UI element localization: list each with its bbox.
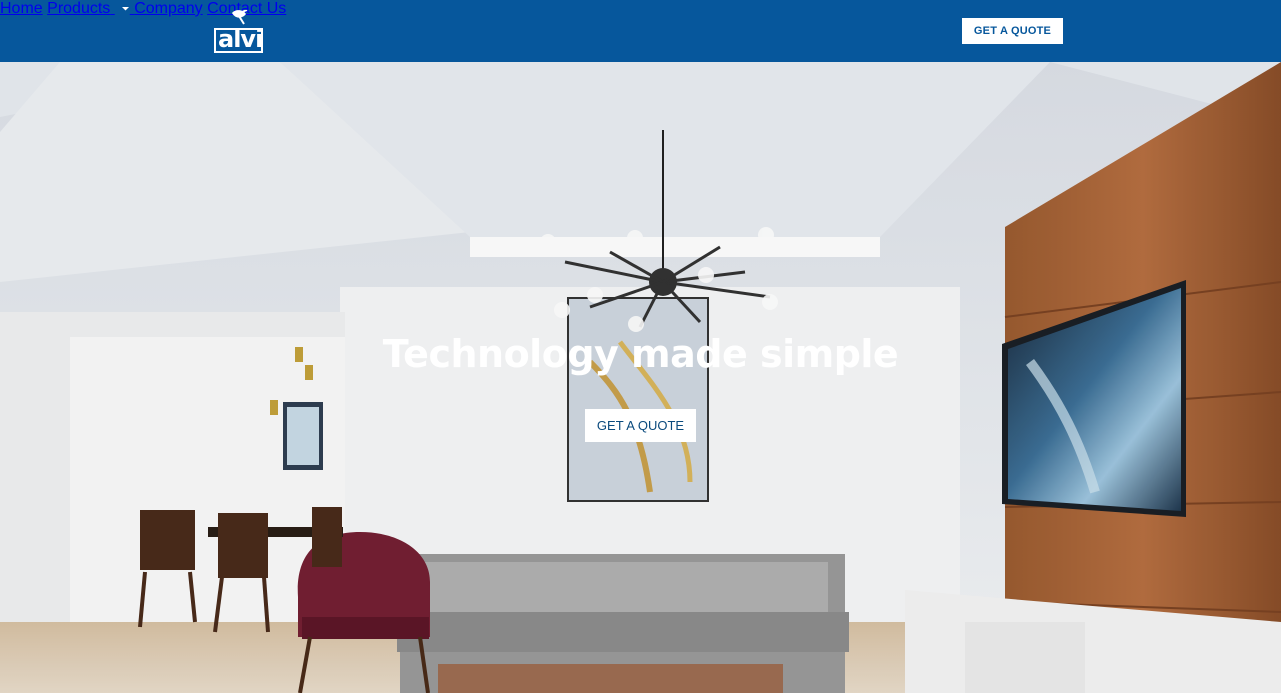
nav-products-link[interactable]: Products [47, 0, 134, 17]
site-header: alvi Home Products Company Contact Us GE… [0, 0, 1281, 62]
header-quote-button[interactable]: GET A QUOTE [962, 18, 1063, 44]
logo-text: alvi [218, 25, 263, 53]
brand-logo[interactable]: alvi [214, 9, 264, 55]
chevron-down-icon [121, 6, 129, 11]
hero-quote-button[interactable]: GET A QUOTE [585, 409, 696, 442]
hero-overlay [0, 62, 1281, 693]
nav-company-link[interactable]: Company [134, 0, 202, 17]
hero-section [0, 62, 1281, 693]
hero-headline: Technology made simple [382, 332, 899, 376]
nav-home-link[interactable]: Home [0, 0, 43, 17]
nav-products-label: Products [47, 0, 111, 17]
